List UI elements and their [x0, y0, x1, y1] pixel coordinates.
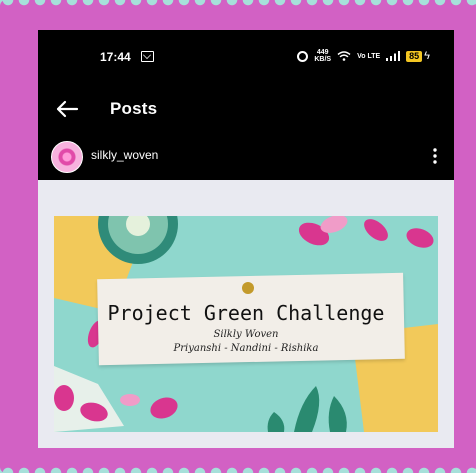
post-image[interactable]: Project Green Challenge Silkly Woven Pri…	[54, 216, 438, 432]
post-area: Project Green Challenge Silkly Woven Pri…	[38, 180, 454, 448]
username-link[interactable]: silkly_woven	[91, 148, 158, 162]
network-speed: 449 KB/S	[314, 49, 331, 63]
avatar[interactable]	[51, 141, 83, 173]
battery-indicator: 85 ϟ	[406, 50, 430, 62]
post-team-names: Priyanshi - Nandini - Rishika	[173, 343, 319, 354]
post-subtitle: Silkly Woven	[213, 329, 279, 340]
wifi-icon	[337, 51, 351, 61]
network-speed-unit: KB/S	[314, 56, 332, 63]
pin-icon	[242, 282, 254, 294]
more-vertical-icon[interactable]	[432, 146, 438, 166]
top-bar: 17:44 449 KB/S Vo LTE 85 ϟ Posts silkly_…	[38, 30, 454, 180]
arrow-left-icon[interactable]	[54, 96, 80, 122]
mail-icon	[141, 51, 154, 62]
charging-icon: ϟ	[424, 50, 430, 62]
status-icons: 449 KB/S Vo LTE 85 ϟ	[297, 49, 430, 63]
page-title: Posts	[110, 99, 158, 118]
signal-icon	[386, 51, 401, 61]
phone-screen: 17:44 449 KB/S Vo LTE 85 ϟ Posts silkly_…	[38, 30, 454, 448]
status-time: 17:44	[100, 50, 131, 64]
post-account-row: silkly_woven	[38, 138, 454, 180]
battery-level: 85	[406, 50, 423, 62]
network-speed-value: 449	[316, 49, 329, 56]
post-title: Project Green Challenge	[107, 301, 385, 325]
page-header: Posts	[38, 90, 454, 130]
status-bar: 17:44 449 KB/S Vo LTE 85 ϟ	[38, 48, 454, 68]
alarm-icon	[297, 50, 309, 62]
volte-label: Vo LTE	[357, 52, 381, 60]
